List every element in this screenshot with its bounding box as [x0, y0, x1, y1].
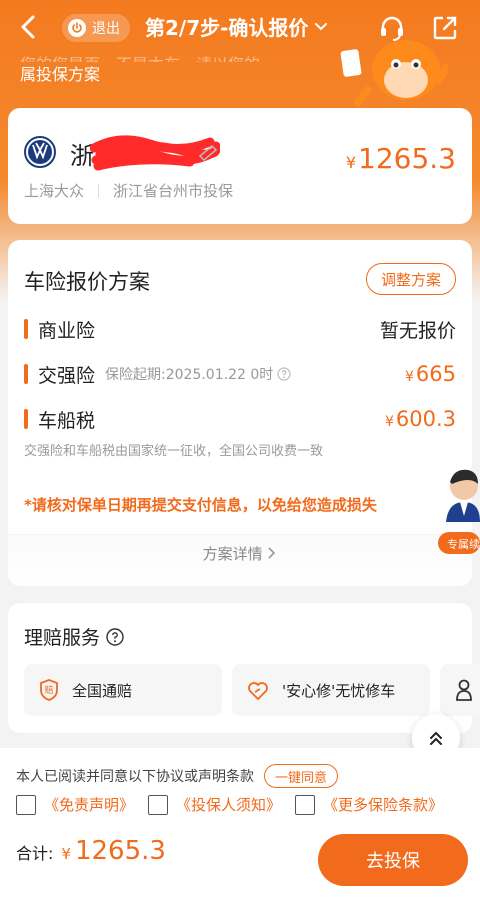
headset-icon[interactable]: [377, 13, 407, 43]
plan-item-name: 商业险: [38, 319, 96, 342]
plan-item-hint: 保险起期:2025.01.22 0时: [105, 364, 291, 384]
term-label[interactable]: 《免责声明》: [44, 794, 134, 815]
tax-note: 交强险和车船税由国家统一征收，全国公司收费一致: [24, 444, 324, 459]
vehicle-price: ¥1265.3: [346, 142, 456, 175]
accent-bar: [24, 409, 28, 429]
vehicle-subinfo: 上海大众 浙江省台州市投保: [24, 180, 233, 201]
claim-title: 理赔服务: [24, 623, 124, 650]
plan-item-commercial: 商业险 暂无报价: [24, 314, 456, 344]
claim-title-text: 理赔服务: [24, 627, 101, 649]
terms-list: 《免责声明》 《投保人须知》 《更多保险条款》: [16, 794, 443, 815]
wrench-heart-icon: [248, 682, 268, 701]
plan-item-amount: 600.3: [395, 407, 456, 431]
total-price: 合计: ¥ 1265.3: [16, 836, 166, 866]
help-icon[interactable]: [277, 367, 291, 381]
svg-text:赔: 赔: [44, 684, 53, 696]
claim-item-more[interactable]: [440, 664, 480, 716]
exit-button[interactable]: 退出: [62, 14, 130, 42]
submit-insure-button[interactable]: 去投保: [318, 834, 468, 886]
vehicle-region: 浙江省台州市投保: [113, 182, 234, 200]
hero-text-line2: 属投保方案: [20, 65, 101, 84]
double-chevron-up-icon: [430, 731, 442, 745]
plan-item-compulsory: 交强险 保险起期:2025.01.22 0时 ¥665: [24, 359, 456, 389]
back-icon[interactable]: [14, 12, 44, 42]
share-icon[interactable]: [430, 13, 460, 43]
term-applicant-notice[interactable]: 《投保人须知》: [148, 794, 281, 815]
agreement-text: 本人已阅读并同意以下协议或声明条款: [16, 769, 254, 785]
checkbox[interactable]: [16, 794, 36, 815]
plan-detail-label: 方案详情: [202, 545, 263, 563]
term-label[interactable]: 《投保人须知》: [176, 794, 281, 815]
agree-all-button[interactable]: 一键同意: [264, 764, 339, 788]
plan-detail-link[interactable]: 方案详情: [8, 543, 472, 564]
power-icon: [68, 19, 86, 37]
price-value: 1265.3: [358, 142, 456, 175]
plan-title: 车险报价方案: [24, 270, 150, 294]
term-label[interactable]: 《更多保险条款》: [323, 794, 443, 815]
accent-bar: [24, 319, 28, 339]
term-more-clauses[interactable]: 《更多保险条款》: [295, 794, 443, 815]
agent-badge-label: 专属续: [447, 538, 480, 551]
claim-item-label: '安心修'无忧修车: [282, 681, 396, 700]
help-icon[interactable]: [106, 627, 124, 646]
term-disclaimer[interactable]: 《免责声明》: [16, 794, 134, 815]
price-symbol: ¥: [345, 153, 357, 172]
vehicle-brand: 上海大众: [24, 182, 85, 200]
chevron-down-icon: [315, 22, 328, 30]
claim-item-label: 全国通赔: [72, 681, 133, 700]
plan-item-name: 车船税: [38, 409, 96, 432]
claim-service-card: 理赔服务 赔 全国通赔 '安心修'无忧修车: [8, 603, 480, 733]
plan-item-name: 交强险: [38, 364, 96, 387]
accent-bar: [24, 364, 28, 384]
price-symbol: ¥: [384, 414, 394, 430]
checkbox[interactable]: [148, 794, 169, 815]
total-amount: 1265.3: [74, 836, 166, 866]
hero-text: 您的您是页，不是本车，请以您的 属投保方案: [20, 52, 260, 88]
divider: [98, 183, 100, 198]
total-symbol: ¥: [61, 845, 71, 863]
chevron-right-icon: [268, 547, 276, 559]
plan-item-amount: 665: [415, 362, 456, 386]
bottom-bar: 本人已阅读并同意以下协议或声明条款 一键同意 《免责声明》 《投保人须知》 《更…: [0, 748, 480, 902]
checkbox[interactable]: [295, 794, 316, 815]
step-title[interactable]: 第2/7步-确认报价: [145, 12, 328, 41]
exit-label: 退出: [92, 21, 120, 37]
quote-plan-card: 车险报价方案 调整方案 商业险 暂无报价 交强险 保险起期:2025.01.22…: [8, 240, 472, 586]
total-label: 合计:: [16, 844, 54, 863]
hero-text-line1: 您的您是页，不是本车，请以您的: [20, 52, 260, 62]
volkswagen-logo: [24, 136, 56, 168]
vehicle-card: 浙3 ¥1265.3 上海大众 浙江省台州市投保: [8, 108, 472, 224]
price-symbol: ¥: [404, 369, 414, 385]
plan-item-value: 暂无报价: [379, 319, 456, 342]
agreement-line: 本人已阅读并同意以下协议或声明条款 一键同意: [16, 764, 339, 788]
shield-icon: 赔: [40, 679, 58, 701]
claim-item-nationwide[interactable]: 赔 全国通赔: [24, 664, 222, 716]
plan-item-value: ¥600.3: [385, 407, 456, 431]
step-title-text: 第2/7步-确认报价: [145, 16, 309, 40]
redaction-scribble: [90, 135, 220, 171]
date-warning: *请核对保单日期再提交支付信息，以免给您造成损失: [24, 496, 377, 514]
claim-item-repair[interactable]: '安心修'无忧修车: [232, 664, 430, 716]
adjust-plan-button[interactable]: 调整方案: [365, 263, 456, 295]
plan-item-value: ¥665: [405, 362, 456, 386]
plan-item-vessel-tax: 车船税 ¥600.3: [24, 404, 456, 434]
mascot-illustration: [340, 40, 448, 106]
start-date-text: 保险起期:2025.01.22 0时: [105, 367, 274, 383]
person-icon: [456, 679, 472, 701]
plan-detail-strip: 方案详情: [8, 534, 472, 586]
